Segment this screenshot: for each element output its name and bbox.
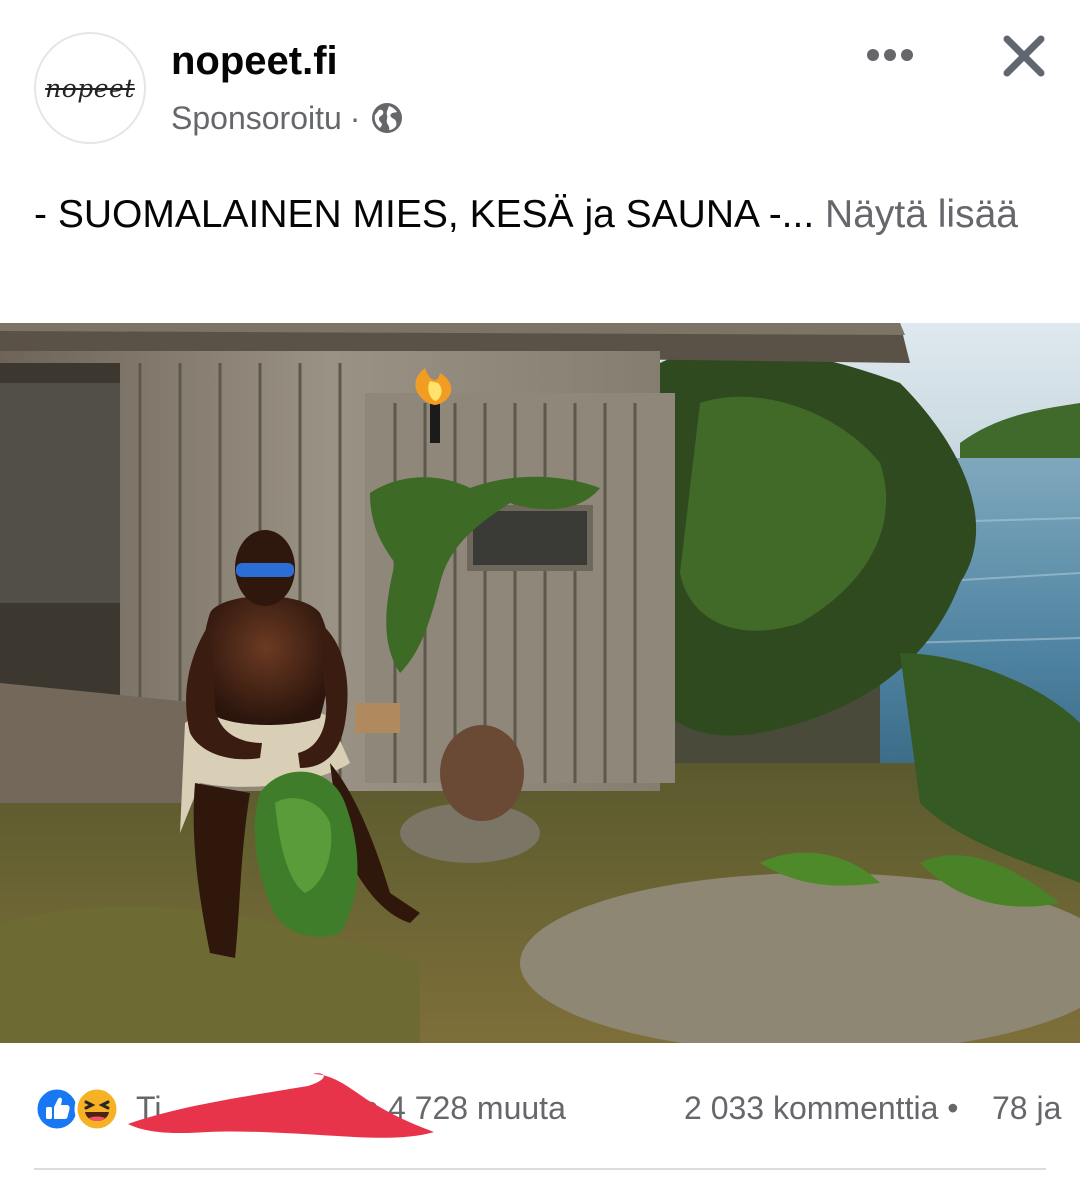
shares-count[interactable]: 78 ja [992, 1088, 1061, 1128]
reactions-bar: Ti lto ja 4 728 muuta 2 033 kommenttia • … [0, 1066, 1080, 1150]
comments-count[interactable]: 2 033 kommenttia • [684, 1088, 958, 1128]
caption-text: - SUOMALAINEN MIES, KESÄ ja SAUNA -... [34, 193, 815, 236]
post-caption: - SUOMALAINEN MIES, KESÄ ja SAUNA -... N… [34, 188, 1034, 242]
comments-label: 2 033 kommenttia [684, 1090, 939, 1126]
close-button[interactable] [994, 26, 1054, 86]
reaction-icons[interactable] [34, 1086, 130, 1134]
post-meta: Sponsoroitu · [171, 98, 404, 138]
stats-separator: • [947, 1090, 959, 1126]
sponsored-label: Sponsoroitu [171, 99, 342, 136]
more-options-button[interactable] [860, 30, 920, 80]
globe-icon [370, 101, 404, 135]
avatar-logo-text: nopeet [45, 73, 135, 103]
page-name-link[interactable]: nopeet.fi [171, 38, 338, 84]
haha-icon [74, 1086, 120, 1132]
page-avatar[interactable]: nopeet [34, 32, 146, 144]
see-more-link[interactable]: Näytä lisää [825, 193, 1018, 236]
post-header: nopeet nopeet.fi Sponsoroitu · [0, 0, 1080, 160]
redaction-mark [128, 1073, 434, 1138]
post-photo[interactable] [0, 323, 1080, 1043]
meta-separator: · [349, 99, 361, 136]
divider [34, 1168, 1046, 1170]
close-icon [1003, 35, 1045, 77]
more-dots-icon [867, 49, 913, 61]
